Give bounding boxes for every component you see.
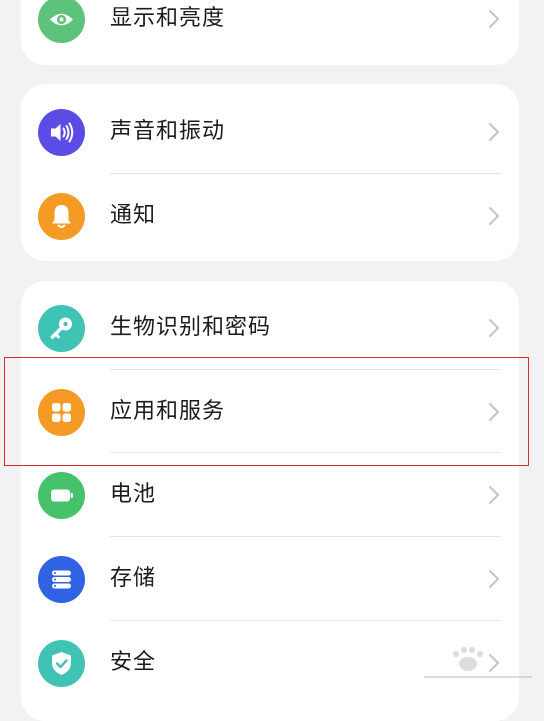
speaker-icon xyxy=(38,109,85,156)
settings-item-battery[interactable]: 电池 xyxy=(21,453,519,537)
chevron-right-icon xyxy=(487,484,501,506)
settings-item-label: 声音和振动 xyxy=(110,119,226,144)
settings-item-label: 生物识别和密码 xyxy=(110,315,272,340)
chevron-right-icon xyxy=(487,652,501,674)
settings-item-label: 电池 xyxy=(110,482,157,507)
chevron-right-icon xyxy=(487,8,501,30)
settings-group-sound-notifications: 声音和振动 通知 xyxy=(21,84,519,261)
settings-item-label: 存储 xyxy=(110,566,157,591)
eye-icon xyxy=(38,0,85,43)
settings-item-storage[interactable]: 存储 xyxy=(21,537,519,621)
chevron-right-icon xyxy=(487,401,501,423)
settings-item-label: 显示和亮度 xyxy=(110,6,226,31)
battery-icon xyxy=(38,472,85,519)
chevron-right-icon xyxy=(487,121,501,143)
settings-item-biometrics-password[interactable]: 生物识别和密码 xyxy=(21,286,519,370)
settings-item-label: 通知 xyxy=(110,203,157,228)
storage-icon xyxy=(38,556,85,603)
chevron-right-icon xyxy=(487,317,501,339)
app-grid-icon xyxy=(38,389,85,436)
settings-item-notifications[interactable]: 通知 xyxy=(21,174,519,258)
key-icon xyxy=(38,305,85,352)
shield-icon xyxy=(38,640,85,687)
settings-item-security[interactable]: 安全 xyxy=(21,621,519,705)
settings-group-system: 生物识别和密码 应用和服务 电池 存储 安全 xyxy=(21,281,519,721)
bell-icon xyxy=(38,193,85,240)
chevron-right-icon xyxy=(487,568,501,590)
settings-item-apps-services[interactable]: 应用和服务 xyxy=(21,370,519,454)
settings-item-sound-vibration[interactable]: 声音和振动 xyxy=(21,90,519,174)
chevron-right-icon xyxy=(487,205,501,227)
settings-item-display-brightness[interactable]: 显示和亮度 xyxy=(21,0,519,61)
settings-group-display: 显示和亮度 xyxy=(21,0,519,65)
settings-item-label: 应用和服务 xyxy=(110,399,226,424)
settings-item-label: 安全 xyxy=(110,650,157,675)
